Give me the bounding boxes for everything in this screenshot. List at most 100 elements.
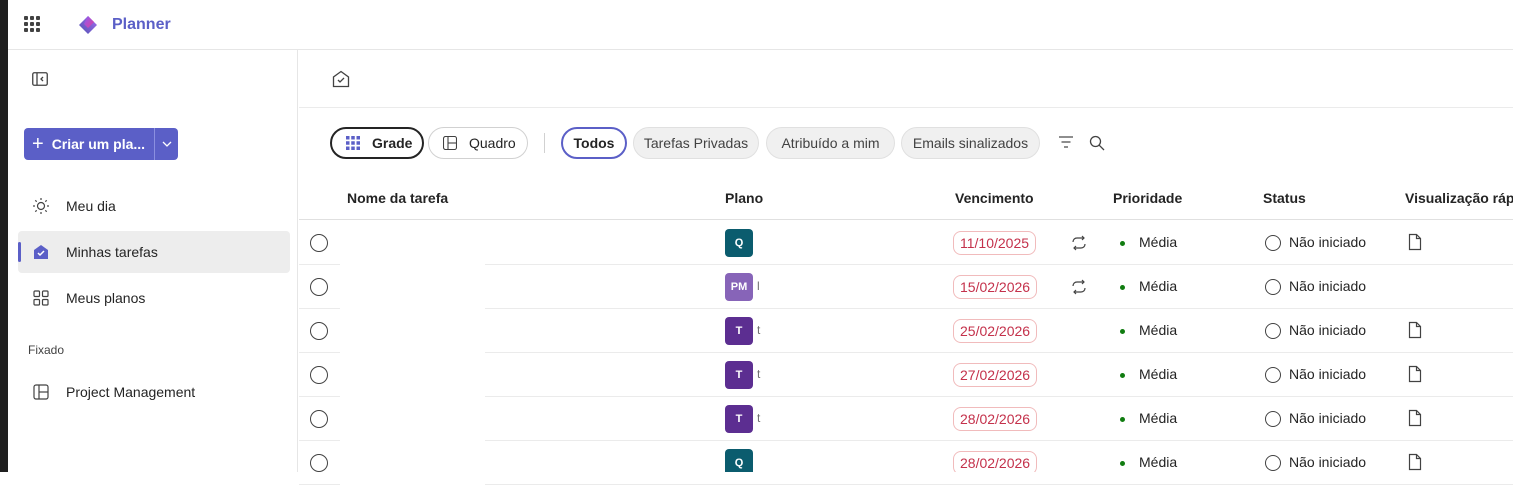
plan-name-fragment[interactable]: t: [757, 323, 760, 337]
search-icon[interactable]: [1089, 135, 1105, 151]
sidebar-item-meus-planos[interactable]: Meus planos: [18, 277, 290, 319]
task-name-cell[interactable]: [340, 221, 485, 265]
status-label[interactable]: Não iniciado: [1289, 410, 1366, 426]
column-header-name[interactable]: Nome da tarefa: [347, 190, 448, 206]
plus-icon: +: [32, 133, 44, 155]
complete-task-checkbox[interactable]: [310, 410, 328, 428]
status-circle-icon[interactable]: [1265, 367, 1281, 383]
toolbar-divider: [544, 133, 545, 153]
due-date-badge[interactable]: 28/02/2026: [953, 407, 1038, 431]
status-label[interactable]: Não iniciado: [1289, 278, 1366, 294]
filter-tarefas-privadas[interactable]: Tarefas Privadas: [633, 127, 759, 159]
grid-header: Nome da tarefa Plano Vencimento Priorida…: [299, 176, 1513, 220]
create-plan-dropdown[interactable]: [154, 128, 178, 160]
task-name-cell[interactable]: [340, 309, 485, 353]
column-header-quick-view[interactable]: Visualização rápi: [1405, 190, 1513, 206]
sidebar-item-project-management[interactable]: Project Management: [18, 371, 290, 413]
table-row[interactable]: Q 11/10/2025 Média Não iniciado: [299, 221, 1513, 265]
grid-icon: [32, 289, 50, 307]
due-date-badge[interactable]: 11/10/2025: [953, 231, 1037, 255]
complete-task-checkbox[interactable]: [310, 454, 328, 472]
column-header-plan[interactable]: Plano: [725, 190, 763, 206]
filter-label: Emails sinalizados: [912, 135, 1029, 151]
app-launcher-icon[interactable]: [24, 16, 40, 32]
status-circle-icon[interactable]: [1265, 323, 1281, 339]
column-header-priority[interactable]: Prioridade: [1113, 190, 1182, 206]
complete-task-checkbox[interactable]: [310, 366, 328, 384]
complete-task-checkbox[interactable]: [310, 234, 328, 252]
filter-label: Todos: [573, 135, 615, 151]
task-name-cell[interactable]: [340, 265, 485, 309]
priority-label[interactable]: Média: [1139, 234, 1177, 250]
table-row[interactable]: Tt 25/02/2026 Média Não iniciado: [299, 309, 1513, 353]
priority-dot-icon: [1120, 285, 1125, 290]
plan-name-fragment[interactable]: t: [757, 367, 760, 381]
plan-avatar[interactable]: PM: [725, 273, 753, 301]
filter-emails-sinalizados[interactable]: Emails sinalizados: [901, 127, 1040, 159]
plan-name-fragment[interactable]: t: [757, 411, 760, 425]
status-circle-icon[interactable]: [1265, 235, 1281, 251]
bottom-edge: [0, 472, 1513, 481]
table-row[interactable]: PM l 15/02/2026 Média Não iniciado: [299, 265, 1513, 309]
plan-avatar[interactable]: T: [725, 405, 753, 433]
status-circle-icon[interactable]: [1265, 455, 1281, 471]
priority-label[interactable]: Média: [1139, 454, 1177, 470]
document-icon[interactable]: [1408, 409, 1422, 427]
column-header-status[interactable]: Status: [1263, 190, 1306, 206]
table-row[interactable]: Tt 28/02/2026 Média Não iniciado: [299, 397, 1513, 441]
due-date-badge[interactable]: 25/02/2026: [953, 319, 1038, 343]
sidebar-item-minhas-tarefas[interactable]: Minhas tarefas: [18, 231, 290, 273]
tasks-icon: [32, 243, 50, 261]
sun-icon: [32, 197, 50, 215]
document-icon[interactable]: [1408, 233, 1422, 251]
view-grade-button[interactable]: Grade: [330, 127, 424, 159]
repeat-icon: [1072, 279, 1086, 295]
sidebar-item-label: Project Management: [66, 384, 196, 400]
main-content: Grade Quadro Todos Tarefas Privadas Atri…: [299, 50, 1513, 485]
status-label[interactable]: Não iniciado: [1289, 454, 1366, 470]
plan-name-fragment[interactable]: l: [757, 279, 760, 293]
top-bar: Planner: [8, 0, 1513, 50]
filter-icon[interactable]: [1058, 135, 1074, 149]
document-icon[interactable]: [1408, 453, 1422, 471]
document-icon[interactable]: [1408, 321, 1422, 339]
plan-avatar[interactable]: Q: [725, 229, 753, 257]
priority-label[interactable]: Média: [1139, 410, 1177, 426]
priority-label[interactable]: Média: [1139, 278, 1177, 294]
table-row[interactable]: Tt 27/02/2026 Média Não iniciado: [299, 353, 1513, 397]
priority-label[interactable]: Média: [1139, 366, 1177, 382]
due-date-badge[interactable]: 27/02/2026: [953, 363, 1038, 387]
priority-label[interactable]: Média: [1139, 322, 1177, 338]
status-label[interactable]: Não iniciado: [1289, 234, 1366, 250]
complete-task-checkbox[interactable]: [310, 278, 328, 296]
due-date-badge[interactable]: 15/02/2026: [953, 275, 1038, 299]
column-header-due[interactable]: Vencimento: [955, 190, 1034, 206]
status-circle-icon[interactable]: [1265, 279, 1281, 295]
document-icon[interactable]: [1408, 365, 1422, 383]
sidebar-item-meu-dia[interactable]: Meu dia: [18, 185, 290, 227]
task-name-cell[interactable]: [340, 353, 485, 397]
create-plan-button[interactable]: + Criar um pla...: [24, 128, 178, 160]
sidebar-item-label: Meus planos: [66, 290, 146, 306]
view-quadro-button[interactable]: Quadro: [428, 127, 528, 159]
app-title[interactable]: Planner: [112, 16, 171, 34]
priority-dot-icon: [1120, 329, 1125, 334]
create-plan-main[interactable]: + Criar um pla...: [24, 128, 154, 160]
board-view-icon: [443, 136, 457, 150]
window-edge: [0, 0, 8, 481]
sidebar: + Criar um pla... Meu dia Minhas tarefas…: [8, 50, 298, 481]
status-circle-icon[interactable]: [1265, 411, 1281, 427]
collapse-sidebar-icon[interactable]: [32, 72, 48, 86]
task-name-cell[interactable]: [340, 397, 485, 441]
pinned-section-label: Fixado: [28, 343, 65, 357]
create-plan-label: Criar um pla...: [51, 136, 146, 152]
plan-avatar[interactable]: T: [725, 317, 753, 345]
status-label[interactable]: Não iniciado: [1289, 366, 1366, 382]
filter-todos[interactable]: Todos: [561, 127, 627, 159]
complete-task-checkbox[interactable]: [310, 322, 328, 340]
priority-dot-icon: [1120, 373, 1125, 378]
status-label[interactable]: Não iniciado: [1289, 322, 1366, 338]
plan-avatar[interactable]: T: [725, 361, 753, 389]
main-header: [299, 50, 1513, 108]
filter-atribuido-a-mim[interactable]: Atribuído a mim: [766, 127, 895, 159]
